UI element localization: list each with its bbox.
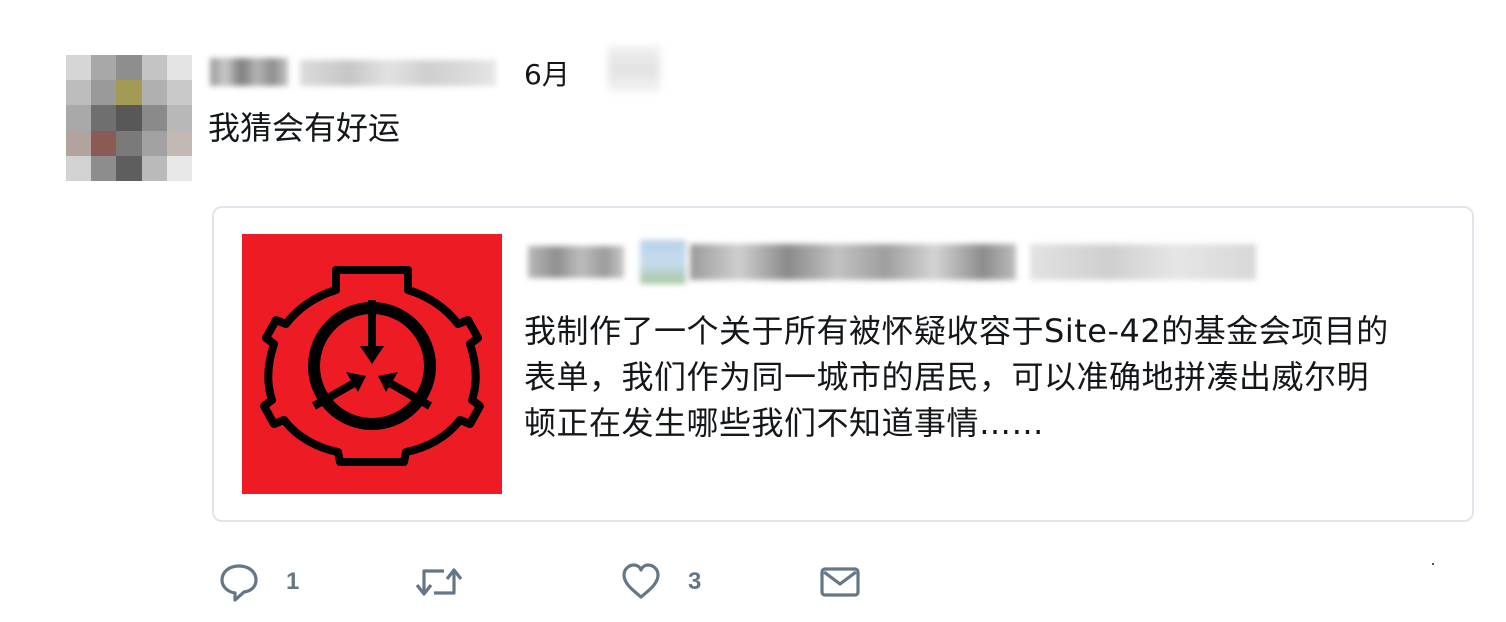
more-options-icon[interactable] <box>608 46 660 92</box>
quoted-tweet-text: 我制作了一个关于所有被怀疑收容于Site-42的基金会项目的 表单，我们作为同一… <box>524 308 1444 446</box>
scp-foundation-logo-icon <box>260 266 484 466</box>
quoted-author-name[interactable] <box>528 246 624 278</box>
reply-button[interactable]: 1 <box>218 560 299 604</box>
direct-message-button[interactable] <box>818 560 862 604</box>
quoted-author-avatar <box>640 240 686 284</box>
tweet-text: 我猜会有好运 <box>208 109 401 147</box>
quoted-author-handle[interactable] <box>690 244 1016 280</box>
tweet-date[interactable]: 6月 <box>524 58 570 92</box>
retweet-button[interactable] <box>414 560 490 604</box>
like-count: 3 <box>688 568 702 595</box>
avatar[interactable] <box>66 55 192 181</box>
author-name[interactable] <box>210 58 288 86</box>
like-button[interactable]: 3 <box>620 560 701 604</box>
quoted-text-line: 顿正在发生哪些我们不知道事情…… <box>524 404 1045 442</box>
retweet-icon <box>415 568 463 596</box>
quoted-text-line: 我制作了一个关于所有被怀疑收容于Site-42的基金会项目的 <box>524 312 1389 350</box>
heart-icon <box>622 563 660 599</box>
quoted-tweet-date[interactable] <box>1030 244 1256 280</box>
quoted-tweet-thumbnail[interactable] <box>242 234 502 494</box>
quoted-text-line: 表单，我们作为同一城市的居民，可以准确地拼凑出威尔明 <box>524 358 1370 396</box>
author-handle[interactable] <box>300 60 496 86</box>
envelope-icon <box>820 567 860 597</box>
divider-dot <box>1432 563 1434 565</box>
reply-count: 1 <box>286 568 300 595</box>
reply-icon <box>220 564 258 602</box>
